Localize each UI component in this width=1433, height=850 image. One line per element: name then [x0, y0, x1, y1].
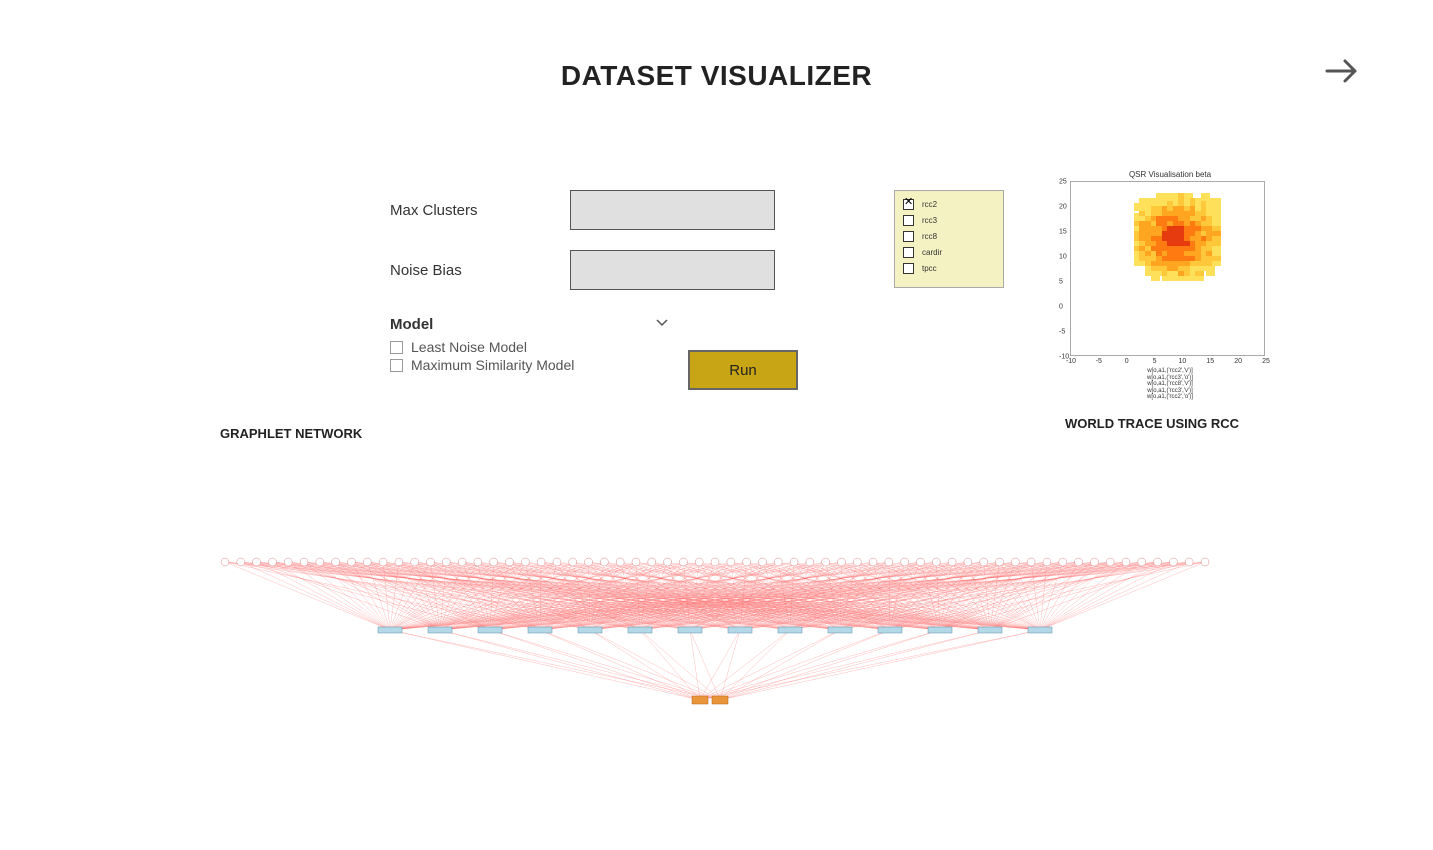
noise-bias-label: Noise Bias	[390, 262, 570, 279]
legend-item-cardir: cardir	[903, 247, 995, 258]
legend-item-rcc8: rcc8	[903, 231, 995, 242]
checkbox-icon[interactable]	[390, 341, 403, 354]
legend-item-tpcc: tpcc	[903, 263, 995, 274]
page-title: DATASET VISUALIZER	[0, 60, 1433, 92]
noise-bias-input[interactable]	[570, 250, 775, 290]
chevron-down-icon[interactable]	[655, 315, 669, 333]
max-clusters-input[interactable]	[570, 190, 775, 230]
checkbox-icon[interactable]	[903, 215, 914, 226]
legend-label: rcc3	[922, 216, 937, 225]
chart-title: QSR Visualisation beta	[1070, 170, 1270, 179]
legend-panel: rcc2 rcc3 rcc8 cardir tpcc	[894, 190, 1004, 288]
checkbox-icon[interactable]	[903, 199, 914, 210]
legend-label: rcc2	[922, 200, 937, 209]
checkbox-label: Least Noise Model	[411, 339, 527, 355]
model-label: Model	[390, 316, 655, 333]
max-clusters-row: Max Clusters	[390, 190, 800, 230]
legend-item-rcc2: rcc2	[903, 199, 995, 210]
chart-canvas: -10-50510152025-10-50510152025	[1070, 181, 1265, 356]
legend-label: tpcc	[922, 264, 937, 273]
checkbox-icon[interactable]	[903, 247, 914, 258]
graphlet-network-label: GRAPHLET NETWORK	[220, 426, 362, 441]
checkbox-icon[interactable]	[390, 359, 403, 372]
legend-label: rcc8	[922, 232, 937, 241]
world-trace-label: WORLD TRACE USING RCC	[1065, 416, 1239, 431]
controls-panel: Max Clusters Noise Bias Model Least Nois…	[390, 190, 800, 375]
checkbox-label: Maximum Similarity Model	[411, 357, 574, 373]
max-clusters-label: Max Clusters	[390, 202, 570, 219]
arrow-right-icon[interactable]	[1323, 55, 1363, 92]
qsr-chart: QSR Visualisation beta -10-50510152025-1…	[1070, 170, 1270, 401]
legend-item-rcc3: rcc3	[903, 215, 995, 226]
model-dropdown-row: Model	[390, 315, 800, 333]
legend-label: cardir	[922, 248, 942, 257]
checkbox-icon[interactable]	[903, 263, 914, 274]
checkbox-icon[interactable]	[903, 231, 914, 242]
noise-bias-row: Noise Bias	[390, 250, 800, 290]
graphlet-network-visualization	[220, 550, 1210, 730]
chart-legend-text: w[o,a1,('rcc2','v')]w[o,a1,('rcc3','o')]…	[1070, 368, 1270, 401]
run-button[interactable]: Run	[688, 350, 798, 390]
